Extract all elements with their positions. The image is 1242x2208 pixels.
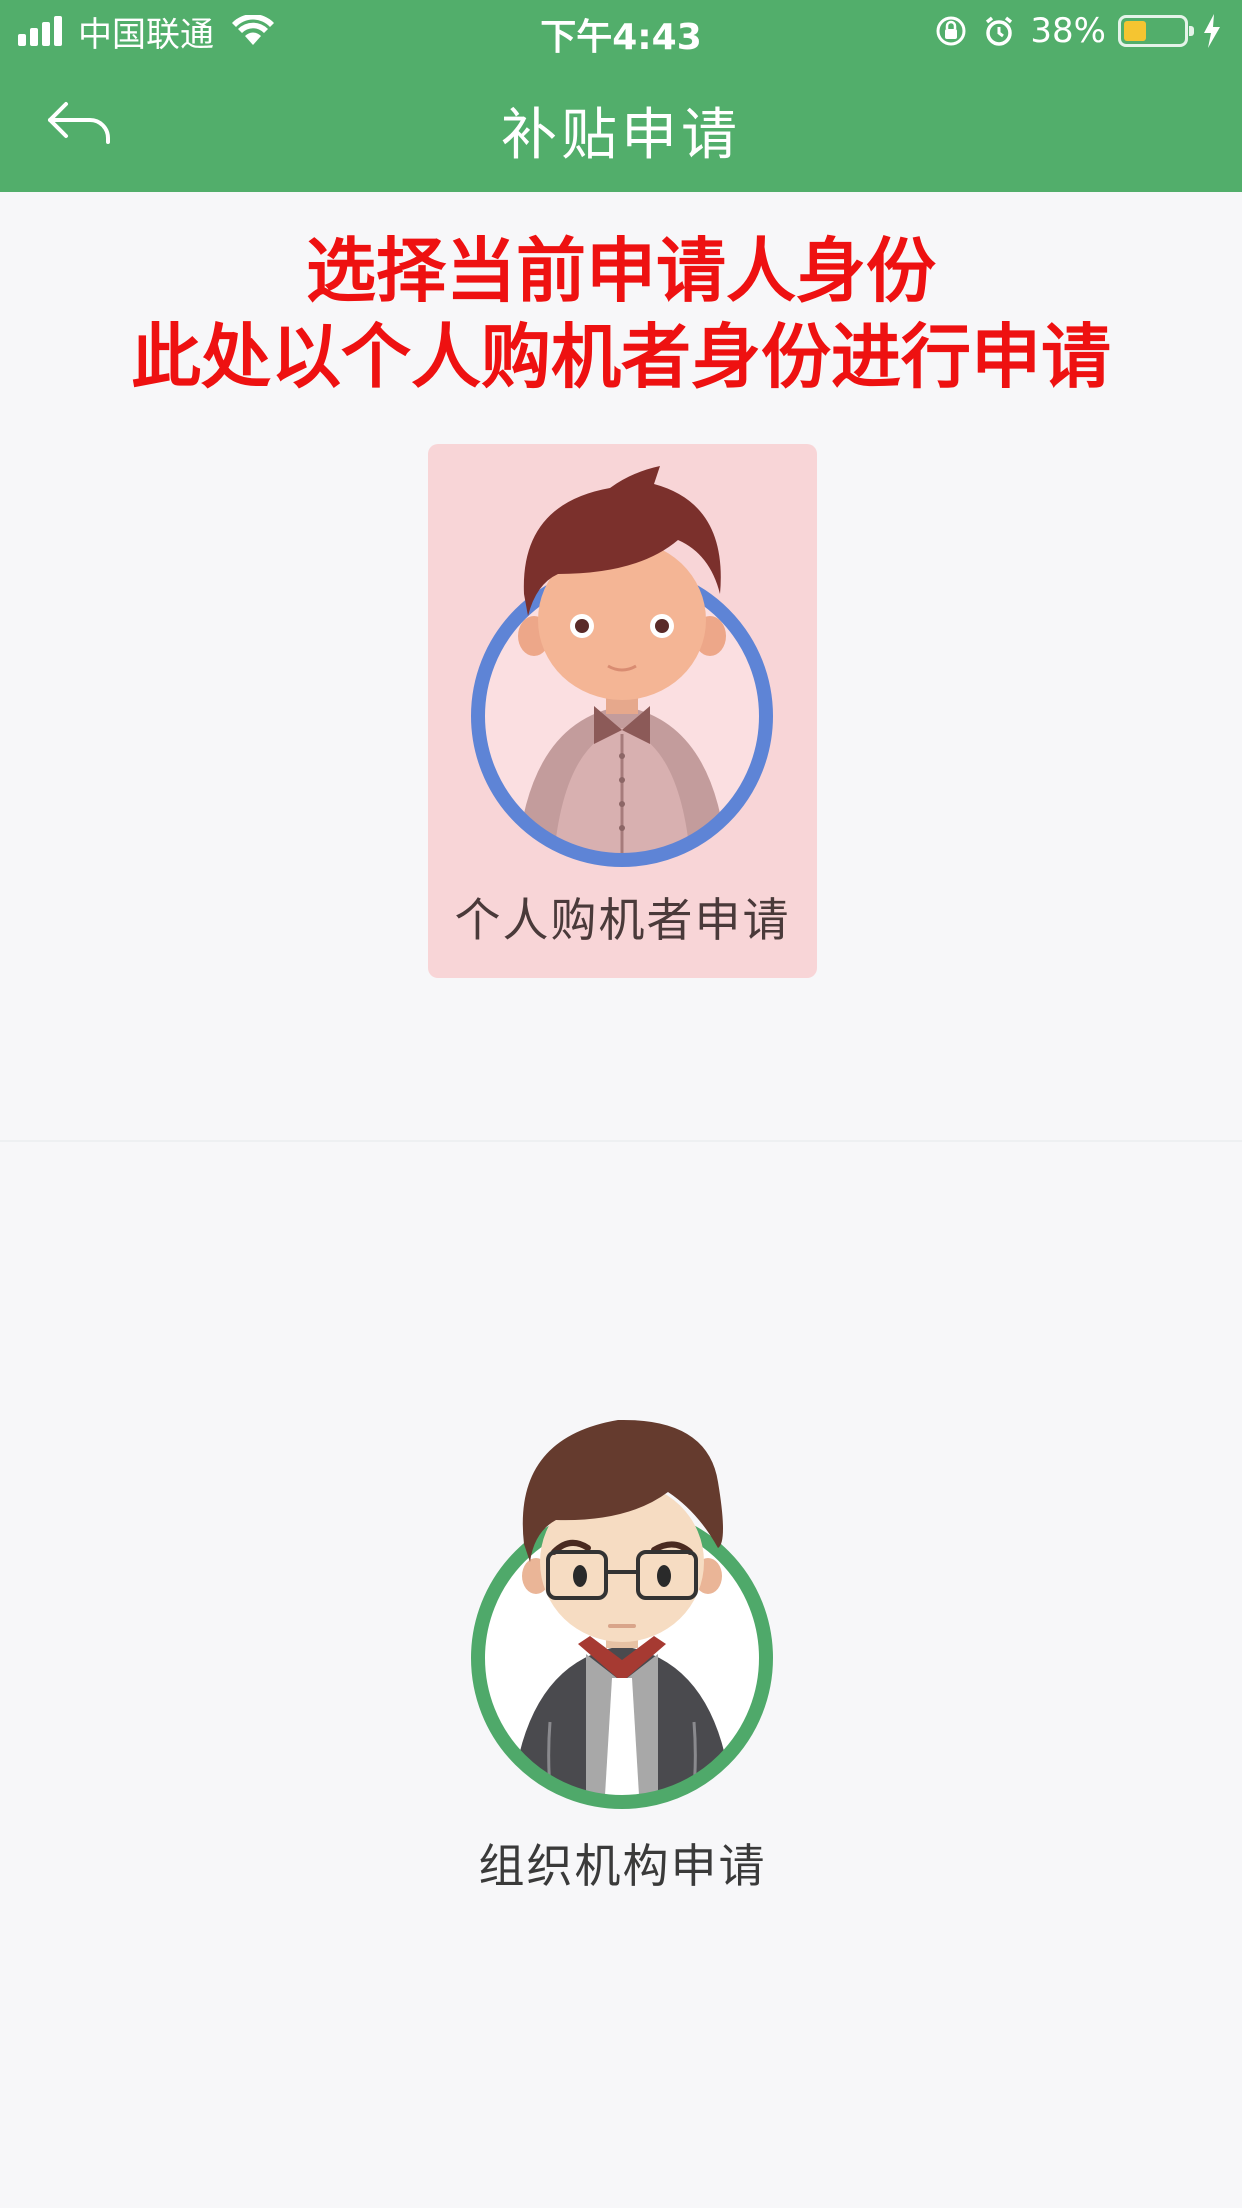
battery-icon xyxy=(1118,15,1194,47)
personal-applicant-option[interactable]: 个人购机者申请 xyxy=(428,444,817,978)
instruction-line-2: 此处以个人购机者身份进行申请 xyxy=(131,316,1111,398)
orientation-lock-icon xyxy=(936,16,966,46)
status-bar: 中国联通 下午4:43 38% xyxy=(0,0,1242,62)
personal-option-label: 个人购机者申请 xyxy=(454,893,791,947)
battery-percent: 38% xyxy=(1030,11,1106,51)
nav-bar: 补贴申请 xyxy=(0,62,1242,192)
instruction-line-1: 选择当前申请人身份 xyxy=(306,230,936,312)
organization-avatar-icon xyxy=(471,1419,773,1809)
status-bar-right: 38% xyxy=(934,10,1222,52)
alarm-icon xyxy=(986,16,1013,46)
instruction-text: 选择当前申请人身份 此处以个人购机者身份进行申请 xyxy=(0,228,1242,400)
section-divider xyxy=(0,1140,1242,1142)
charging-icon xyxy=(1204,14,1220,48)
organization-applicant-option[interactable]: 组织机构申请 xyxy=(428,1392,817,1912)
battery-level-fill xyxy=(1124,21,1146,41)
page-title: 补贴申请 xyxy=(501,103,741,168)
personal-avatar-icon xyxy=(471,466,773,867)
organization-option-label: 组织机构申请 xyxy=(478,1839,767,1893)
